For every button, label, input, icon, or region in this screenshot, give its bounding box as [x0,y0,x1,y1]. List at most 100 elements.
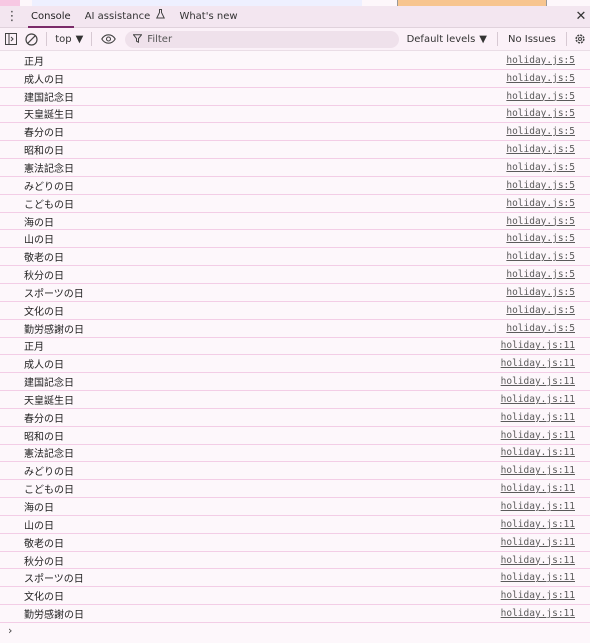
console-message-row: 敬老の日 holiday.js:5 [0,248,590,267]
console-message-row: 敬老の日 holiday.js:11 [0,534,590,552]
source-link[interactable]: holiday.js:11 [501,537,575,548]
console-message-text: 山の日 [24,235,54,247]
console-message-row: スポーツの日 holiday.js:11 [0,569,590,588]
source-link[interactable]: holiday.js:11 [501,590,575,601]
close-icon[interactable]: ✕ [572,6,590,28]
source-link[interactable]: holiday.js:11 [501,376,575,387]
source-link[interactable]: holiday.js:11 [501,465,575,476]
source-link[interactable]: holiday.js:5 [506,126,575,137]
console-message-text: みどりの日 [24,467,74,479]
source-link[interactable]: holiday.js:11 [501,572,575,583]
console-message-row: 秋分の日 holiday.js:11 [0,552,590,570]
tab-ai-assistance[interactable]: AI assistance [78,6,173,28]
console-message-text: 海の日 [24,217,54,229]
console-message-text: 天皇誕生日 [24,110,74,122]
source-link[interactable]: holiday.js:5 [506,198,575,209]
console-message-row: 憲法記念日 holiday.js:5 [0,159,590,177]
console-message-row: スポーツの日 holiday.js:5 [0,284,590,302]
console-message-row: 建国記念日 holiday.js:11 [0,373,590,392]
source-link[interactable]: holiday.js:5 [506,55,575,66]
source-link[interactable]: holiday.js:5 [506,323,575,334]
source-link[interactable]: holiday.js:5 [506,180,575,191]
filter-box[interactable] [125,30,399,48]
console-message-row: 文化の日 holiday.js:11 [0,587,590,606]
console-message-row: 秋分の日 holiday.js:5 [0,266,590,284]
console-message-row: みどりの日 holiday.js:11 [0,462,590,481]
source-link[interactable]: holiday.js:5 [506,91,575,102]
source-link[interactable]: holiday.js:11 [501,430,575,441]
source-link[interactable]: holiday.js:5 [506,216,575,227]
console-prompt-chevron-icon[interactable]: › [8,624,12,637]
console-message-row: 正月 holiday.js:11 [0,338,590,356]
source-link[interactable]: holiday.js:5 [506,305,575,316]
console-message-text: 勤労感謝の日 [24,324,84,336]
console-message-text: 建国記念日 [24,378,74,390]
source-link[interactable]: holiday.js:11 [501,340,575,351]
gear-icon[interactable] [571,33,590,45]
console-message-row: こどもの日 holiday.js:5 [0,195,590,213]
tab-whats-new[interactable]: What's new [172,6,244,28]
console-message-text: 春分の日 [24,413,64,425]
console-message-row: 昭和の日 holiday.js:5 [0,141,590,160]
console-message-row: みどりの日 holiday.js:5 [0,177,590,195]
console-message-text: 文化の日 [24,592,64,604]
console-message-row: 建国記念日 holiday.js:5 [0,88,590,106]
console-message-row: 文化の日 holiday.js:5 [0,302,590,320]
console-message-row: 天皇誕生日 holiday.js:5 [0,106,590,124]
console-message-text: 敬老の日 [24,253,64,265]
console-message-text: 憲法記念日 [24,449,74,461]
source-link[interactable]: holiday.js:5 [506,233,575,244]
source-link[interactable]: holiday.js:11 [501,412,575,423]
console-messages: 正月 holiday.js:5 成人の日 holiday.js:5 建国記念日 holid… [0,52,590,623]
console-message-row: 勤労感謝の日 holiday.js:5 [0,320,590,338]
console-message-text: 秋分の日 [24,271,64,283]
triangle-down-icon: ▼ [75,33,84,45]
context-selector[interactable]: top ▼ [51,34,87,45]
kebab-menu-icon[interactable]: ⋮ [0,6,24,28]
source-link[interactable]: holiday.js:5 [506,144,575,155]
filter-input[interactable] [147,33,388,45]
console-message-text: 正月 [24,342,44,354]
flask-icon [156,6,166,28]
source-link[interactable]: holiday.js:11 [501,519,575,530]
console-message-text: こどもの日 [24,199,74,211]
source-link[interactable]: holiday.js:5 [506,162,575,173]
console-message-text: みどりの日 [24,181,74,193]
issues-button[interactable]: No Issues [502,34,562,45]
sidebar-toggle-icon[interactable] [0,28,21,51]
console-message-text: 山の日 [24,520,54,532]
console-message-text: 敬老の日 [24,538,64,550]
live-expression-icon[interactable] [96,28,121,51]
console-message-row: 山の日 holiday.js:5 [0,230,590,249]
console-message-text: 正月 [24,56,44,68]
log-levels-dropdown[interactable]: Default levels ▼ [399,34,493,45]
source-link[interactable]: holiday.js:11 [501,555,575,566]
source-link[interactable]: holiday.js:5 [506,108,575,119]
console-message-text: 建国記念日 [24,92,74,104]
console-message-row: 勤労感謝の日 holiday.js:11 [0,605,590,623]
console-message-text: 昭和の日 [24,146,64,158]
triangle-down-icon: ▼ [479,33,487,45]
console-message-text: 昭和の日 [24,431,64,443]
console-message-row: 正月 holiday.js:5 [0,52,590,70]
console-message-text: こどもの日 [24,485,74,497]
source-link[interactable]: holiday.js:11 [501,447,575,458]
console-toolbar: top ▼ Default levels ▼ No Issues [0,28,590,51]
source-link[interactable]: holiday.js:11 [501,394,575,405]
console-message-text: 海の日 [24,503,54,515]
source-link[interactable]: holiday.js:11 [501,501,575,512]
console-message-text: 春分の日 [24,128,64,140]
source-link[interactable]: holiday.js:5 [506,73,575,84]
console-message-row: 春分の日 holiday.js:11 [0,409,590,427]
tab-console[interactable]: Console [24,6,78,28]
console-message-row: こどもの日 holiday.js:11 [0,480,590,499]
console-message-text: 勤労感謝の日 [24,610,84,622]
source-link[interactable]: holiday.js:5 [506,251,575,262]
console-message-row: 春分の日 holiday.js:5 [0,123,590,142]
source-link[interactable]: holiday.js:5 [506,287,575,298]
source-link[interactable]: holiday.js:11 [501,358,575,369]
source-link[interactable]: holiday.js:5 [506,269,575,280]
clear-console-icon[interactable] [21,28,42,51]
source-link[interactable]: holiday.js:11 [501,483,575,494]
source-link[interactable]: holiday.js:11 [501,608,575,619]
